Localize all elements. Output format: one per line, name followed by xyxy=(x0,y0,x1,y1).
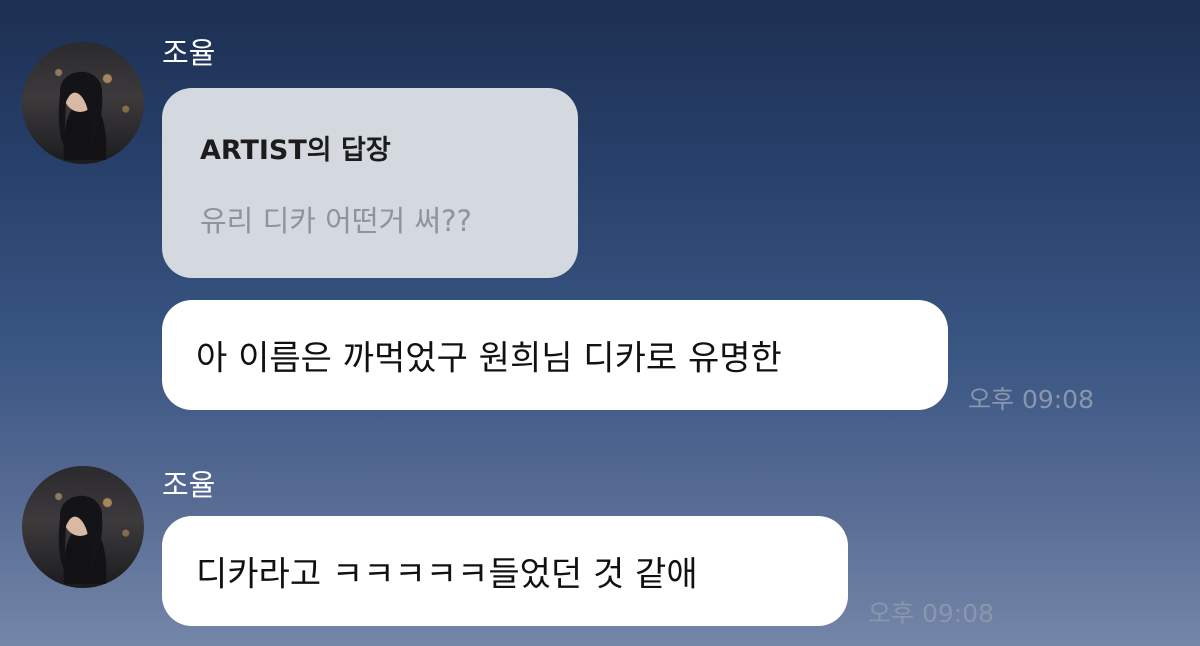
avatar[interactable] xyxy=(22,42,144,164)
message-timestamp: 오후 09:08 xyxy=(868,599,994,628)
reply-title: ARTIST의 답장 xyxy=(200,135,391,166)
message-bubble[interactable]: 디카라고 ㅋㅋㅋㅋㅋ들었던 것 같애 xyxy=(162,516,848,626)
message-text: 디카라고 ㅋㅋㅋㅋㅋ들었던 것 같애 xyxy=(196,554,698,595)
crescent-moon-icon xyxy=(651,62,676,77)
message-bubble[interactable]: 아 이름은 까먹었구 원희님 디카로 유명한 xyxy=(162,300,948,410)
reply-quoted-text: 유리 디카 어떤거 써?? xyxy=(200,204,472,238)
message-text: 아 이름은 까먹었구 원희님 디카로 유명한 xyxy=(196,338,782,379)
message-timestamp: 오후 09:08 xyxy=(968,385,1094,414)
sender-name: 조율 xyxy=(162,468,216,502)
reply-quote-bubble[interactable]: ARTIST의 답장 유리 디카 어떤거 써?? xyxy=(162,88,578,278)
sender-name: 조율 xyxy=(162,36,216,70)
avatar[interactable] xyxy=(22,466,144,588)
